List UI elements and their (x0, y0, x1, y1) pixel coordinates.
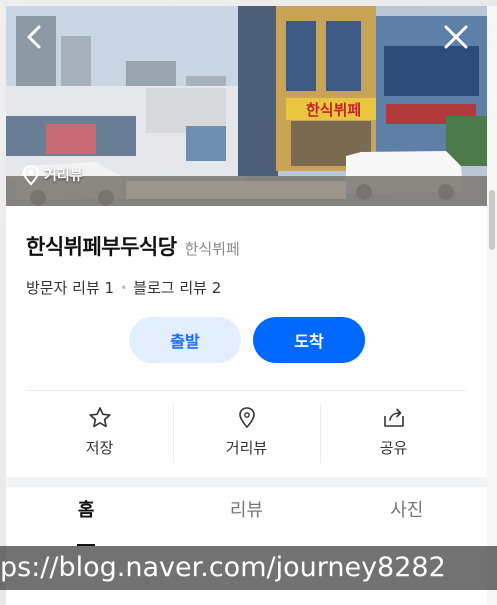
title-row: 한식뷔페부두식당 한식뷔페 (26, 231, 240, 261)
place-panel: 한식뷔페 거리뷰 한식뷔페부두식당 한식뷔페 방문자 리뷰 1 • 블로그 리뷰… (6, 6, 487, 605)
blog-reviews-link[interactable]: 블로그 리뷰 2 (133, 277, 221, 298)
arrive-button[interactable]: 도착 (253, 317, 365, 363)
section-gap (6, 477, 487, 487)
section-divider (26, 390, 467, 391)
back-button[interactable] (18, 20, 52, 54)
place-category: 한식뷔페 (184, 240, 240, 258)
location-pin-icon (22, 164, 40, 186)
star-icon (88, 407, 111, 428)
tab-photos[interactable]: 사진 (327, 496, 487, 546)
scrollbar-thumb[interactable] (489, 190, 495, 250)
reviews-row: 방문자 리뷰 1 • 블로그 리뷰 2 (26, 277, 221, 298)
restaurant-sign-text: 한식뷔페 (306, 101, 361, 119)
tab-reviews[interactable]: 리뷰 (166, 496, 326, 546)
share-icon (383, 408, 404, 427)
watermark-overlay: ps://blog.naver.com/journey8282 (0, 546, 497, 590)
close-button[interactable] (439, 20, 473, 54)
save-button[interactable]: 저장 (26, 405, 173, 465)
location-pin-icon (238, 407, 255, 429)
place-name: 한식뷔페부두식당 (26, 235, 177, 259)
close-icon (444, 25, 468, 49)
streetview-badge[interactable]: 거리뷰 (22, 164, 83, 186)
save-label: 저장 (85, 439, 114, 457)
place-photo[interactable]: 한식뷔페 거리뷰 (6, 6, 487, 206)
tab-home[interactable]: 홈 (6, 496, 166, 546)
visitor-reviews-link[interactable]: 방문자 리뷰 1 (26, 277, 114, 298)
streetview-label: 거리뷰 (44, 168, 83, 184)
tab-bar: 홈 리뷰 사진 (6, 496, 487, 546)
share-button[interactable]: 공유 (320, 405, 467, 465)
scrollbar[interactable] (487, 6, 497, 605)
separator-dot: • (120, 280, 128, 295)
streetview-button[interactable]: 거리뷰 (173, 405, 320, 465)
chevron-left-icon (27, 25, 41, 49)
action-bar: 저장 거리뷰 공유 (26, 405, 467, 465)
streetview-action-label: 거리뷰 (225, 439, 268, 457)
share-label: 공유 (379, 439, 408, 457)
start-button[interactable]: 출발 (129, 317, 241, 363)
route-buttons: 출발 도착 (129, 317, 365, 363)
